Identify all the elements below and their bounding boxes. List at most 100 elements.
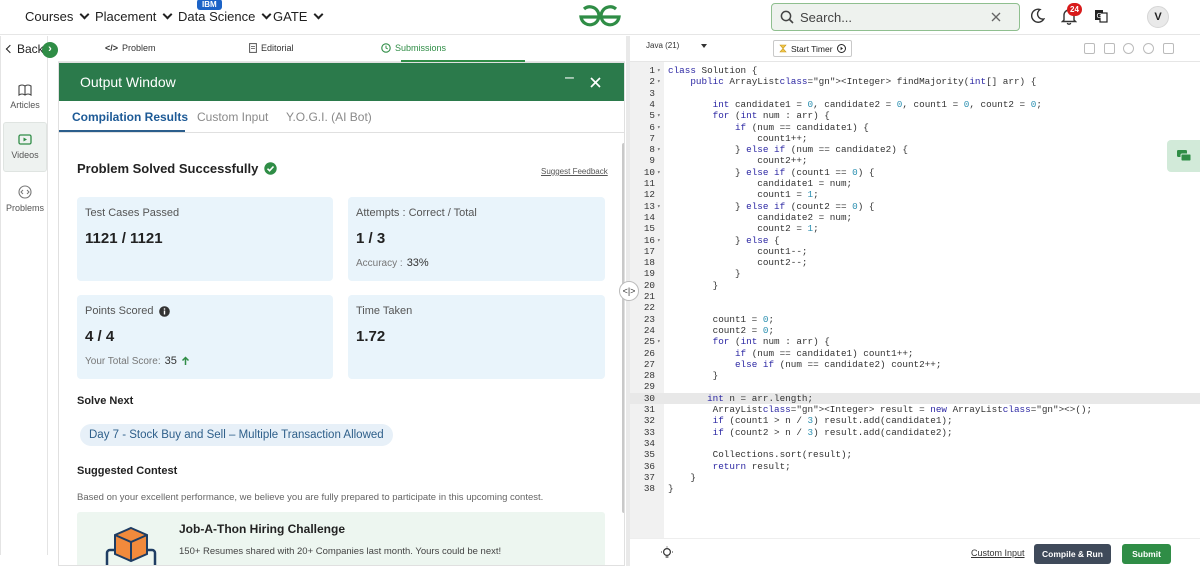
nav-gate[interactable]: GATE	[273, 9, 324, 24]
line-number: 10	[643, 166, 655, 178]
code-line[interactable]: 11 candidate1 = num;	[630, 178, 1200, 189]
fold-toggle-icon[interactable]: ▾	[657, 76, 661, 87]
code-line[interactable]: 25 ▾ for (int num : arr) {	[630, 336, 1200, 347]
code-line[interactable]: 16 ▾ } else {	[630, 235, 1200, 246]
code-line[interactable]: 15 count2 = 1;	[630, 223, 1200, 234]
code-text: count1 = 0;	[668, 313, 775, 325]
paste-icon[interactable]	[1104, 43, 1115, 54]
rail-item-articles[interactable]: Articles	[3, 72, 47, 122]
start-timer-label: Start Timer	[791, 43, 833, 54]
expand-panel-button[interactable]: ›	[42, 42, 58, 58]
tab-problem[interactable]: </> Problem	[105, 43, 156, 53]
code-line[interactable]: 4 int candidate1 = 0, candidate2 = 0, co…	[630, 99, 1200, 110]
chat-button[interactable]	[1167, 140, 1200, 172]
tab-custom-input[interactable]: Custom Input	[197, 110, 268, 124]
code-line[interactable]: 5 ▾ for (int num : arr) {	[630, 110, 1200, 121]
code-line[interactable]: 7 count1++;	[630, 133, 1200, 144]
settings-icon[interactable]	[1123, 43, 1134, 54]
code-line[interactable]: 35 Collections.sort(result);	[630, 449, 1200, 460]
start-timer-button[interactable]: Start Timer	[773, 40, 852, 57]
code-line[interactable]: 13 ▾ } else if (count2 == 0) {	[630, 201, 1200, 212]
code-line[interactable]: 37 }	[630, 472, 1200, 483]
code-line[interactable]: 9 count2++;	[630, 155, 1200, 166]
reset-icon[interactable]	[1143, 43, 1154, 54]
submit-button[interactable]: Submit	[1122, 544, 1171, 564]
contest-title: Job-A-Thon Hiring Challenge	[179, 522, 345, 536]
tab-submissions[interactable]: Submissions	[381, 43, 446, 53]
lightbulb-icon[interactable]	[660, 546, 674, 561]
dark-mode-icon[interactable]	[1031, 8, 1045, 24]
translate-icon[interactable]: G	[1094, 8, 1108, 24]
code-line[interactable]: 38}	[630, 483, 1200, 494]
copy-icon[interactable]	[1084, 43, 1095, 54]
code-line[interactable]: 33 if (count2 > n / 3) result.add(candid…	[630, 427, 1200, 438]
code-line[interactable]: 28 }	[630, 370, 1200, 381]
code-line[interactable]: 10 ▾ } else if (count1 == 0) {	[630, 167, 1200, 178]
code-line[interactable]: 29	[630, 381, 1200, 392]
user-avatar[interactable]: V	[1147, 6, 1169, 28]
code-line[interactable]: 31 ArrayListclass="gn"><Integer> result …	[630, 404, 1200, 415]
contest-card[interactable]: Job-A-Thon Hiring Challenge 150+ Resumes…	[77, 512, 605, 565]
code-line[interactable]: 2 ▾ public ArrayListclass="gn"><Integer> …	[630, 76, 1200, 87]
left-rail: Back Articles Videos Problems	[0, 36, 48, 555]
nav-placement[interactable]: Placement	[95, 9, 173, 24]
code-text: } else if (num == candidate2) {	[668, 144, 908, 156]
fold-toggle-icon[interactable]: ▾	[657, 144, 661, 155]
suggest-feedback-link[interactable]: Suggest Feedback	[541, 167, 608, 176]
back-button[interactable]: Back	[5, 42, 44, 56]
resize-handle-icon[interactable]: <|>	[619, 281, 639, 301]
gfg-logo[interactable]	[577, 4, 623, 30]
code-line[interactable]: 20 }	[630, 280, 1200, 291]
info-icon[interactable]	[159, 305, 171, 317]
compile-run-button[interactable]: Compile & Run	[1034, 544, 1111, 564]
language-select[interactable]: Java (21)	[646, 41, 708, 50]
nav-courses[interactable]: Courses	[25, 9, 90, 24]
fold-toggle-icon[interactable]: ▾	[657, 110, 661, 121]
code-line[interactable]: 12 count1 = 1;	[630, 189, 1200, 200]
clear-search-icon[interactable]	[991, 12, 1001, 22]
fullscreen-icon[interactable]	[1163, 43, 1174, 54]
code-line[interactable]: 8 ▾ } else if (num == candidate2) {	[630, 144, 1200, 155]
code-line[interactable]: 3	[630, 88, 1200, 99]
code-line[interactable]: 26 if (num == candidate1) count1++;	[630, 348, 1200, 359]
fold-toggle-icon[interactable]: ▾	[657, 167, 661, 178]
code-line[interactable]: 18 count2--;	[630, 257, 1200, 268]
line-number: 7	[649, 132, 655, 144]
tab-editorial[interactable]: Editorial	[249, 43, 294, 53]
custom-input-link[interactable]: Custom Input	[971, 548, 1025, 558]
fold-toggle-icon[interactable]: ▾	[657, 201, 661, 212]
solve-next-link[interactable]: Day 7 - Stock Buy and Sell – Multiple Tr…	[80, 424, 393, 446]
code-line[interactable]: 21	[630, 291, 1200, 302]
code-line[interactable]: 17 count1--;	[630, 246, 1200, 257]
code-line[interactable]: 27 else if (num == candidate2) count2++;	[630, 359, 1200, 370]
code-line[interactable]: 1 ▾ class Solution {	[630, 65, 1200, 76]
code-line[interactable]: 34	[630, 438, 1200, 449]
tab-compilation-results[interactable]: Compilation Results	[72, 110, 188, 124]
code-line[interactable]: 32 if (count1 > n / 3) result.add(candid…	[630, 415, 1200, 426]
code-line[interactable]: 36 return result;	[630, 461, 1200, 472]
fold-toggle-icon[interactable]: ▾	[657, 336, 661, 347]
nav-placement-label: Placement	[95, 9, 157, 24]
code-line[interactable]: 22	[630, 302, 1200, 313]
nav-data-science[interactable]: Data Science	[178, 9, 272, 24]
code-line[interactable]: 23 count1 = 0;	[630, 314, 1200, 325]
output-scrollbar[interactable]	[622, 143, 624, 513]
code-line[interactable]: 6 ▾ if (num == candidate1) {	[630, 122, 1200, 133]
fold-toggle-icon[interactable]: ▾	[657, 65, 661, 76]
line-number: 31	[643, 404, 655, 415]
rail-item-videos[interactable]: Videos	[3, 122, 47, 172]
line-number: 30	[643, 392, 655, 404]
code-line[interactable]: 30 int n = arr.length;	[630, 392, 1200, 404]
fold-toggle-icon[interactable]: ▾	[657, 235, 661, 246]
code-line[interactable]: 14 candidate2 = num;	[630, 212, 1200, 223]
code-editor[interactable]: 1 ▾ class Solution {2 ▾ public ArrayListcla…	[630, 62, 1200, 538]
fold-toggle-icon[interactable]: ▾	[657, 122, 661, 133]
minimize-icon[interactable]: –	[565, 69, 574, 87]
rail-item-problems[interactable]: Problems	[3, 174, 47, 224]
close-icon[interactable]	[590, 77, 601, 88]
code-line[interactable]: 19 }	[630, 268, 1200, 279]
code-line[interactable]: 24 count2 = 0;	[630, 325, 1200, 336]
tab-yogi-ai-bot[interactable]: Y.O.G.I. (AI Bot)	[286, 110, 372, 124]
search-input[interactable]	[800, 9, 985, 25]
code-text: if (num == candidate1) {	[734, 121, 869, 133]
